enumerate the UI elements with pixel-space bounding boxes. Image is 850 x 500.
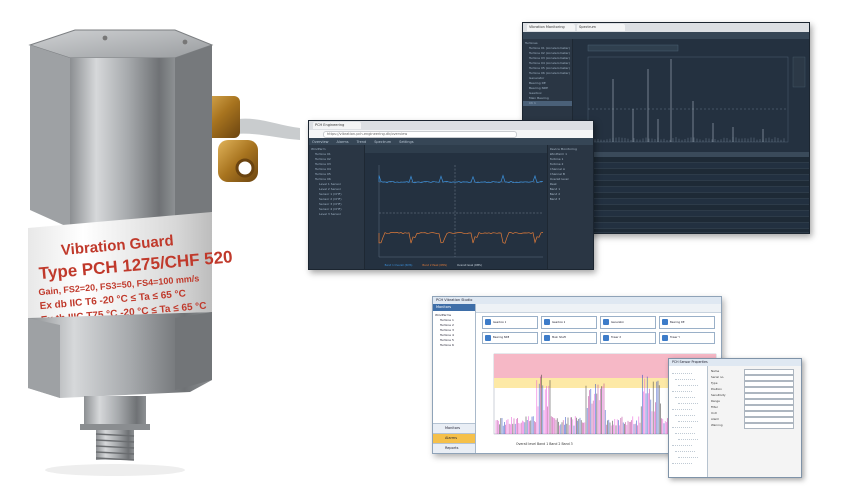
sensor-card[interactable]: Bearing NDE (482, 332, 538, 345)
url-field[interactable]: https://vibration.pch-engineering.dk/ove… (323, 131, 517, 138)
legend-entry: Band 2 Peak (RMS) (422, 264, 447, 267)
legend-entry: Band 1 Overall (RMS) (385, 264, 413, 267)
side-list-item[interactable]: Band 3 (550, 197, 591, 202)
vibration-sensor-photo: Vibration Guard Type PCH 1275/CHF 520 Ga… (0, 0, 300, 500)
spectrum-chart (573, 39, 809, 152)
sensor-cable (232, 119, 300, 140)
nav-button[interactable]: Reports (433, 443, 475, 453)
tree-item[interactable]: Ch 1 (523, 101, 572, 106)
sensor-icon (544, 319, 550, 325)
sensor-icon (485, 319, 491, 325)
tree-item[interactable] (672, 458, 692, 464)
browser-tab[interactable]: Spectrum (577, 24, 625, 31)
nav-header: Monitors (433, 304, 475, 311)
browser-tab-bar: PCH Engineering (309, 121, 593, 130)
sensor-card[interactable]: Gearbox 1 (482, 316, 538, 329)
sensor-properties-dialog: PCH Sensor Properties Name Serial no. Type… (668, 358, 802, 478)
dialog-tree (669, 366, 708, 477)
sensor-card-label: Bearing DE (670, 321, 685, 324)
sensor-icon (485, 335, 491, 341)
chart-caption: Overall level Band 1 Band 2 Band 3 (516, 442, 573, 446)
sensor-card[interactable]: Gearbox 2 (541, 316, 597, 329)
sensor-cards: Gearbox 1 Gearbox 2 Generator Bearing DE Bea… (476, 313, 721, 347)
trend-chart (365, 145, 547, 269)
browser-tab[interactable]: PCH Engineering (313, 122, 361, 129)
sensor-icon (544, 335, 550, 341)
navigation-panel: Monitors Windfarms Turbine 1 Turbine 2 Turb… (433, 304, 476, 453)
sensor-card-label: Tower Y (670, 336, 680, 339)
tree-panel: Windfarm Turbine 01 Turbine 02 Turbine 03 Tu… (309, 145, 365, 269)
toolbar (476, 304, 721, 313)
sensor-card[interactable]: Tower Y (659, 332, 715, 345)
sensor-card-label: Generator (611, 321, 624, 324)
legend-entry: Overall level (RMS) (457, 264, 482, 267)
screenshot-trend: PCH Engineering https://vibration.pch-en… (308, 120, 594, 270)
sensor-icon (662, 335, 668, 341)
sensor-card-label: Gearbox 1 (493, 321, 506, 324)
sensor-stem (84, 396, 146, 426)
app-menu-bar (523, 32, 809, 39)
sensor-card[interactable]: Main Shaft (541, 332, 597, 345)
sensor-card[interactable]: Generator (600, 316, 656, 329)
field-input[interactable] (744, 423, 794, 429)
sensor-card[interactable]: Tower X (600, 332, 656, 345)
sensor-icon (603, 319, 609, 325)
sensor-card-label: Main Shaft (552, 336, 566, 339)
sensor-hex-body (30, 45, 70, 228)
form-row: Warning (711, 422, 798, 428)
nav-button[interactable]: Monitors (433, 423, 475, 433)
tree-item[interactable]: Level 3 Sensor (309, 212, 364, 217)
app-menu-bar: Overview Alarms Trend Spectrum Settings (309, 138, 593, 145)
field-label: Warning (711, 422, 741, 428)
browser-tab-bar: Vibration Monitoring Spectrum (523, 23, 809, 32)
menu-item[interactable]: Spectrum (374, 140, 391, 144)
sensor-icon (662, 319, 668, 325)
menu-item[interactable]: Settings (399, 140, 413, 144)
menu-item[interactable]: Trend (357, 140, 367, 144)
tree-item[interactable]: Turbine 6 (433, 343, 475, 348)
sensor-icon (603, 335, 609, 341)
browser-tab[interactable]: Vibration Monitoring (527, 24, 575, 31)
sensor-card-label: Tower X (611, 336, 621, 339)
sensor-card-label: Gearbox 2 (552, 321, 565, 324)
menu-item[interactable]: Overview (312, 140, 328, 144)
trend-legend: Band 1 Overall (RMS) Band 2 Peak (RMS) Ove… (385, 264, 482, 267)
url-bar: https://vibration.pch-engineering.dk/ove… (309, 130, 593, 138)
window-title: PCH Vibration Studio (433, 297, 721, 304)
dialog-title: PCH Sensor Properties (669, 359, 801, 366)
menu-item[interactable]: Alarms (336, 140, 348, 144)
sensor-card-label: Bearing NDE (493, 336, 509, 339)
sensor-thread (96, 430, 134, 460)
nav-button[interactable]: Alarms (433, 433, 475, 443)
sensor-card[interactable]: Bearing DE (659, 316, 715, 329)
side-panel: Device Monitoring Windfarm 1 Turbine 1 Turb… (547, 145, 593, 269)
